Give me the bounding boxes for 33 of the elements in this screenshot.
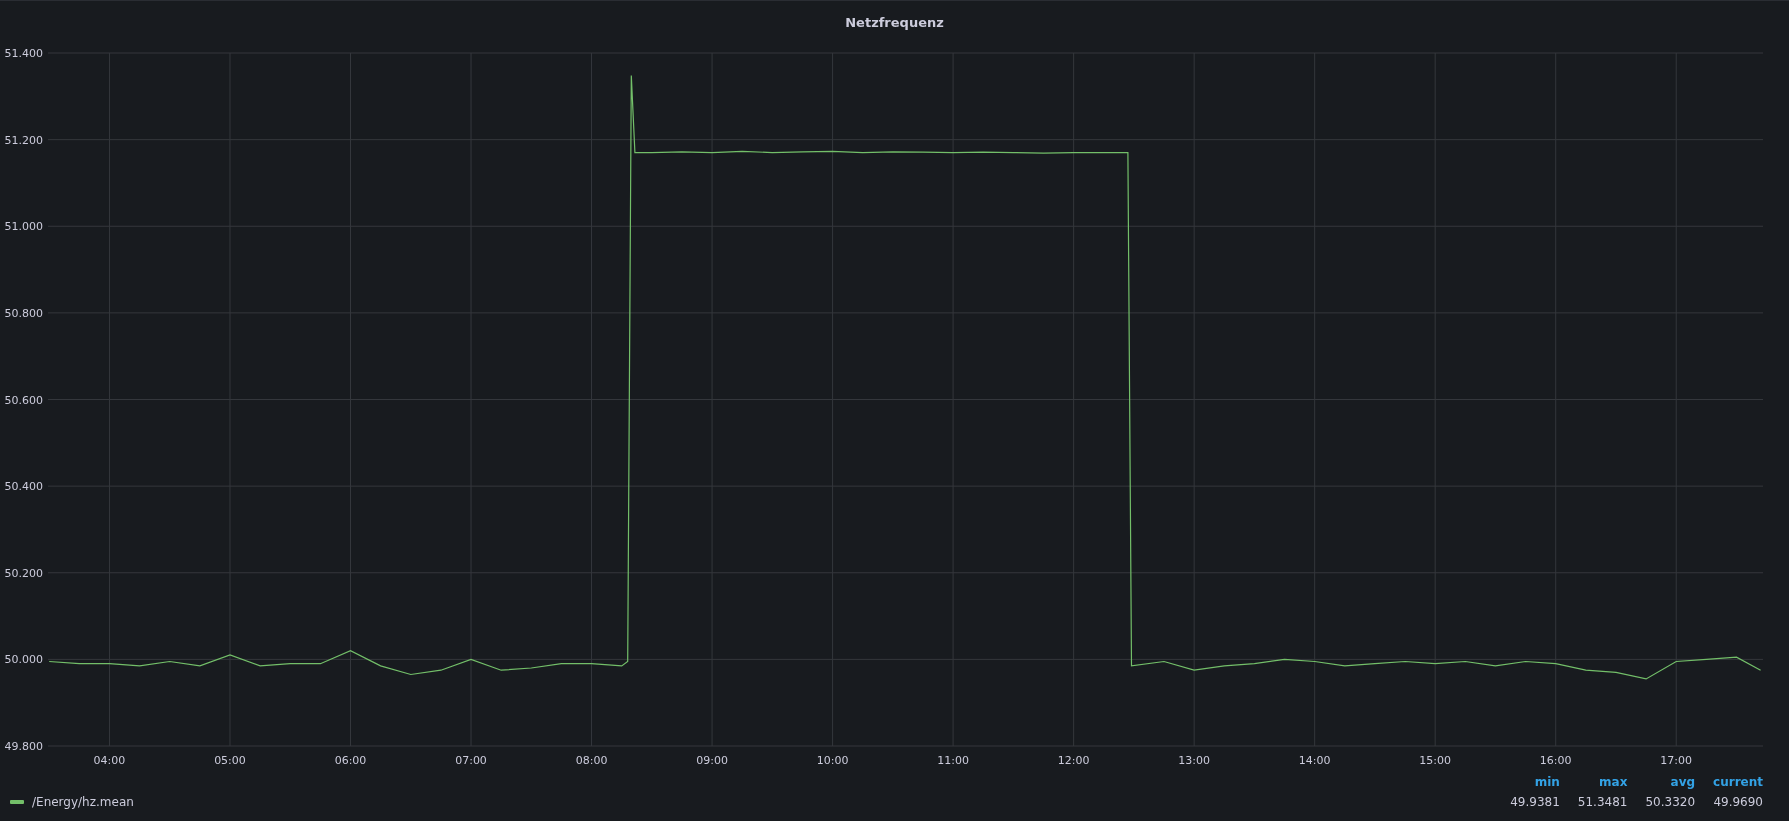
y-tick-label: 49.800 <box>4 740 43 753</box>
y-tick-label: 50.400 <box>4 480 43 494</box>
legend-column-header[interactable]: min <box>1510 775 1560 789</box>
legend-column-header[interactable]: current <box>1713 775 1763 789</box>
x-tick-label: 04:00 <box>93 754 126 767</box>
x-tick-label: 11:00 <box>937 754 969 767</box>
legend-column-header[interactable]: avg <box>1645 775 1696 789</box>
x-tick-label: 08:00 <box>575 754 608 767</box>
panel-title: Netzfrequenz <box>844 14 945 32</box>
y-tick-label: 50.600 <box>4 393 43 407</box>
y-tick-label: 51.000 <box>4 220 43 234</box>
x-tick-label: 12:00 <box>1057 754 1090 767</box>
legend-value: 49.9381 <box>1510 795 1560 809</box>
y-tick-label: 51.400 <box>4 47 43 60</box>
x-tick-label: 09:00 <box>696 754 728 767</box>
series-name[interactable]: /Energy/hz.mean <box>32 795 134 809</box>
x-tick-label: 13:00 <box>1178 754 1210 767</box>
x-tick-label: 06:00 <box>334 754 367 767</box>
legend-column-header[interactable]: max <box>1577 775 1628 789</box>
x-tick-label: 15:00 <box>1419 754 1452 767</box>
x-tick-label: 05:00 <box>214 754 246 767</box>
x-tick-label: 07:00 <box>455 754 487 767</box>
y-tick-label: 50.800 <box>4 306 43 320</box>
y-tick-label: 51.200 <box>4 133 43 147</box>
x-tick-label: 16:00 <box>1539 754 1572 767</box>
legend-value: 50.3320 <box>1645 795 1696 809</box>
x-tick-label: 17:00 <box>1660 754 1693 767</box>
legend-value: 51.3481 <box>1577 795 1628 809</box>
x-tick-label: 14:00 <box>1298 754 1331 767</box>
y-tick-label: 50.200 <box>4 566 43 580</box>
legend-value: 49.9690 <box>1713 795 1763 809</box>
y-tick-label: 50.000 <box>4 653 43 667</box>
x-tick-label: 10:00 <box>816 754 849 767</box>
